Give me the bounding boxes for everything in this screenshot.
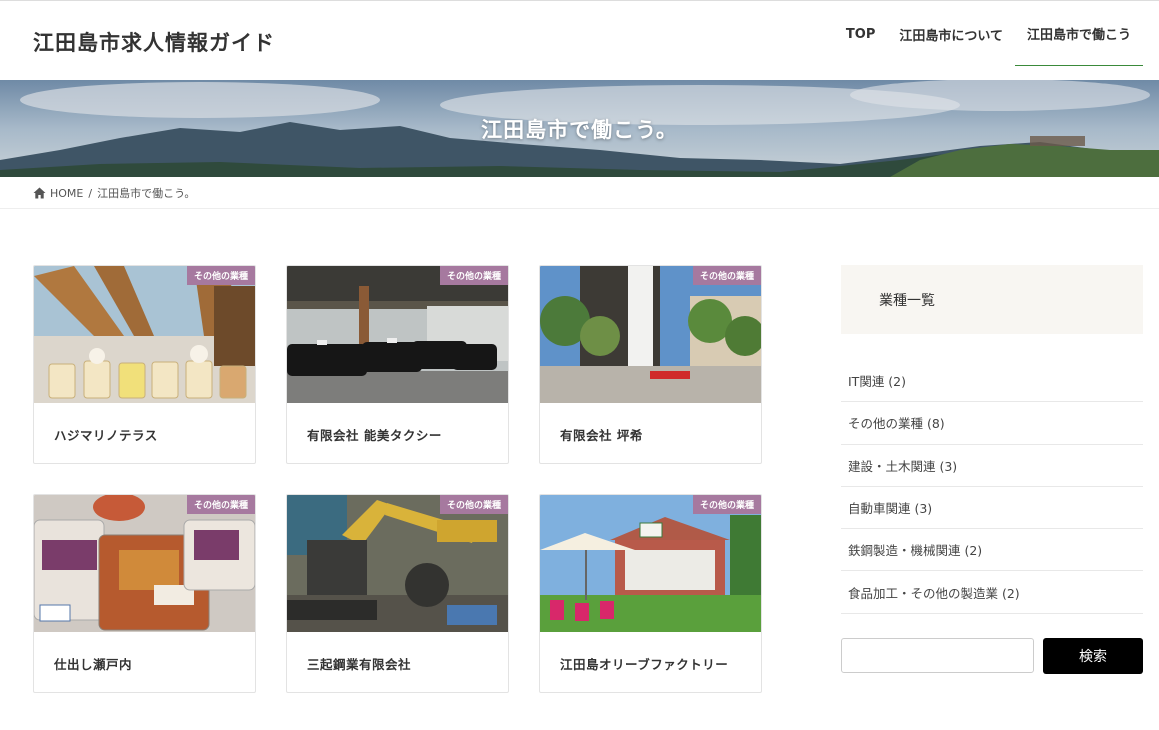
- main-nav: TOP 江田島市について 江田島市で働こう: [834, 1, 1143, 81]
- card-image[interactable]: [287, 266, 508, 403]
- sidebar-title: 業種一覧: [879, 293, 935, 309]
- category-badge: その他の業種: [186, 266, 255, 285]
- card-title[interactable]: 三起鋼業有限会社: [307, 655, 494, 675]
- site-title[interactable]: 江田島市求人情報ガイド: [33, 27, 275, 57]
- nav-top[interactable]: TOP: [834, 2, 887, 66]
- search-button[interactable]: 検索: [1043, 638, 1143, 674]
- sidebar-category-heading: 業種一覧: [841, 265, 1143, 334]
- olive-factory-photo-icon: [540, 495, 761, 632]
- card-image[interactable]: [34, 495, 255, 632]
- bento-photo-icon: [34, 495, 255, 632]
- card-image[interactable]: [34, 266, 255, 403]
- garden-house-photo-icon: [540, 266, 761, 403]
- excavator-photo-icon: [287, 495, 508, 632]
- breadcrumb-divider: [0, 208, 1159, 209]
- job-card[interactable]: その他の業種 仕出し瀬戸内: [33, 494, 256, 693]
- category-badge: その他の業種: [692, 266, 761, 285]
- category-item-construction[interactable]: 建設・土木関連 (3): [841, 445, 1143, 487]
- card-title[interactable]: 江田島オリーブファクトリー: [560, 655, 747, 675]
- drinks-photo-icon: [34, 266, 255, 403]
- category-item-food-manufacturing[interactable]: 食品加工・その他の製造業 (2): [841, 571, 1143, 614]
- hero-banner: 江田島市で働こう。: [0, 80, 1159, 177]
- category-badge: その他の業種: [439, 266, 508, 285]
- breadcrumb-separator: /: [88, 186, 93, 200]
- breadcrumb-current: 江田島市で働こう。: [97, 187, 196, 200]
- card-image[interactable]: [540, 266, 761, 403]
- search-input[interactable]: [841, 638, 1034, 673]
- site-header: 江田島市求人情報ガイド TOP 江田島市について 江田島市で働こう: [0, 0, 1159, 80]
- nav-work[interactable]: 江田島市で働こう: [1014, 2, 1143, 66]
- category-item-automotive[interactable]: 自動車関連 (3): [841, 487, 1143, 530]
- breadcrumb: HOME / 江田島市で働こう。: [33, 185, 195, 201]
- card-title[interactable]: 有限会社 坪希: [560, 426, 747, 446]
- taxi-garage-photo-icon: [287, 266, 508, 403]
- breadcrumb-home-link[interactable]: HOME: [50, 187, 83, 200]
- home-icon: [33, 187, 46, 199]
- card-title[interactable]: 有限会社 能美タクシー: [307, 426, 494, 446]
- category-item-other[interactable]: その他の業種 (8): [841, 402, 1143, 445]
- category-badge: その他の業種: [186, 495, 255, 514]
- card-title[interactable]: ハジマリノテラス: [54, 426, 241, 446]
- job-card[interactable]: その他の業種 江田島オリーブファクトリー: [539, 494, 762, 693]
- card-title[interactable]: 仕出し瀬戸内: [54, 655, 241, 675]
- card-image[interactable]: [540, 495, 761, 632]
- job-card[interactable]: その他の業種 三起鋼業有限会社: [286, 494, 509, 693]
- job-card[interactable]: その他の業種 有限会社 坪希: [539, 265, 762, 464]
- category-badge: その他の業種: [692, 495, 761, 514]
- category-badge: その他の業種: [439, 495, 508, 514]
- category-list: IT関連 (2) その他の業種 (8) 建設・土木関連 (3) 自動車関連 (3…: [841, 360, 1143, 614]
- job-card[interactable]: その他の業種 ハジマリノテラス: [33, 265, 256, 464]
- category-item-steel-machinery[interactable]: 鉄鋼製造・機械関連 (2): [841, 529, 1143, 572]
- nav-about[interactable]: 江田島市について: [887, 2, 1015, 66]
- category-item-it[interactable]: IT関連 (2): [841, 360, 1143, 403]
- job-card[interactable]: その他の業種 有限会社 能美タクシー: [286, 265, 509, 464]
- hero-title: 江田島市で働こう。: [481, 118, 678, 142]
- card-image[interactable]: [287, 495, 508, 632]
